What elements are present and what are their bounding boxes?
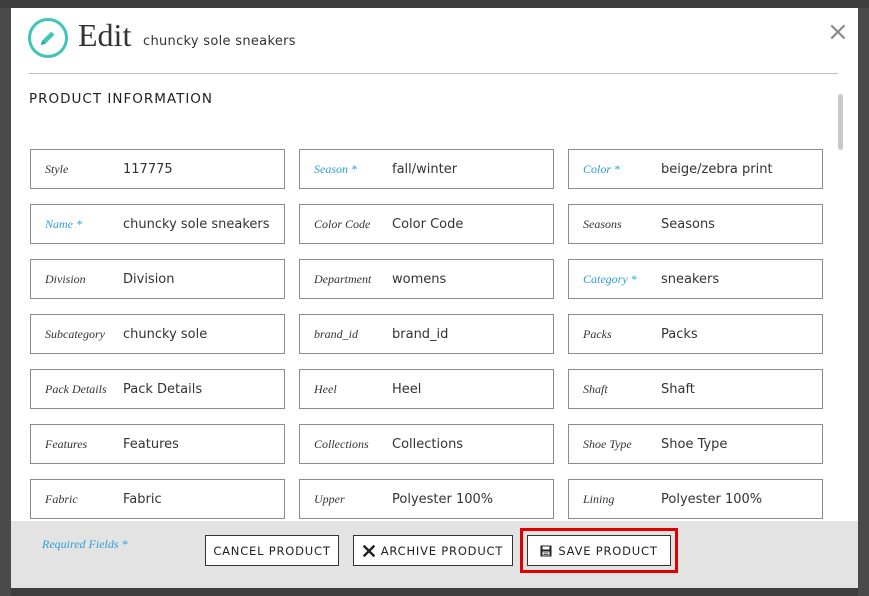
archive-product-button[interactable]: ARCHIVE PRODUCT	[353, 535, 513, 566]
modal-header: Edit chuncky sole sneakers ×	[11, 8, 858, 74]
product-field-input[interactable]: Season * fall/winter	[299, 149, 554, 189]
product-field-input[interactable]: Category * sneakers	[568, 259, 823, 299]
pencil-icon	[28, 18, 68, 58]
field-label: Season *	[314, 161, 357, 176]
product-field-input[interactable]: Shoe Type Shoe Type	[568, 424, 823, 464]
field-value[interactable]: Shoe Type	[661, 437, 727, 452]
product-field-input[interactable]: Department womens	[299, 259, 554, 299]
field-label: Fabric	[45, 491, 78, 506]
field-label: Color *	[583, 161, 621, 176]
product-field-input[interactable]: Division Division	[30, 259, 285, 299]
field-label: Upper	[314, 491, 345, 506]
field-value[interactable]: chuncky sole sneakers	[123, 217, 270, 232]
field-label: Shaft	[583, 381, 608, 396]
modal-scrollbar[interactable]	[835, 90, 846, 522]
field-value[interactable]: sneakers	[661, 272, 719, 287]
field-value[interactable]: Features	[123, 437, 179, 452]
backdrop-left	[0, 8, 11, 596]
required-fields-note: Required Fields *	[42, 537, 128, 551]
product-field-input[interactable]: Color Code Color Code	[299, 204, 554, 244]
product-field-input[interactable]: Features Features	[30, 424, 285, 464]
cancel-product-button[interactable]: CANCEL PRODUCT	[205, 535, 339, 566]
save-product-button[interactable]: SAVE PRODUCT	[527, 535, 671, 566]
field-label: Features	[45, 436, 88, 451]
save-button-label: SAVE PRODUCT	[558, 543, 658, 558]
archive-button-label: ARCHIVE PRODUCT	[380, 543, 504, 558]
field-label: Name *	[45, 216, 82, 231]
product-field-input[interactable]: Pack Details Pack Details	[30, 369, 285, 409]
field-label: Color Code	[314, 216, 371, 231]
field-value[interactable]: Heel	[392, 382, 421, 397]
product-field-input[interactable]: brand_id brand_id	[299, 314, 554, 354]
backdrop-right	[858, 8, 869, 596]
product-field-input[interactable]: Fabric Fabric	[30, 479, 285, 519]
field-value[interactable]: beige/zebra print	[661, 162, 773, 177]
field-value[interactable]: Polyester 100%	[661, 492, 762, 507]
product-field-input[interactable]: Heel Heel	[299, 369, 554, 409]
field-value[interactable]: Collections	[392, 437, 463, 452]
field-label: Pack Details	[45, 381, 107, 396]
field-label: Category *	[583, 271, 637, 286]
product-name-subtitle: chuncky sole sneakers	[143, 34, 296, 49]
field-value[interactable]: womens	[392, 272, 446, 287]
field-value[interactable]: fall/winter	[392, 162, 457, 177]
field-label: Style	[45, 161, 69, 176]
field-value[interactable]: Seasons	[661, 217, 715, 232]
field-label: Subcategory	[45, 326, 105, 341]
x-icon	[362, 544, 375, 557]
field-label: Shoe Type	[583, 436, 632, 451]
close-icon[interactable]: ×	[827, 19, 849, 45]
field-value[interactable]: Division	[123, 272, 175, 287]
field-value[interactable]: Shaft	[661, 382, 695, 397]
floppy-disk-icon	[540, 545, 552, 557]
cancel-button-label: CANCEL PRODUCT	[213, 543, 331, 558]
modal-footer: Required Fields * CANCEL PRODUCT ARCHIVE…	[11, 521, 858, 588]
product-field-input[interactable]: Subcategory chuncky sole	[30, 314, 285, 354]
product-field-input[interactable]: Color * beige/zebra print	[568, 149, 823, 189]
field-value[interactable]: 117775	[123, 162, 173, 177]
product-field-input[interactable]: Packs Packs	[568, 314, 823, 354]
field-label: Department	[314, 271, 372, 286]
field-value[interactable]: Packs	[661, 327, 698, 342]
field-label: brand_id	[314, 326, 359, 341]
field-value[interactable]: Fabric	[123, 492, 162, 507]
product-field-input[interactable]: Name * chuncky sole sneakers	[30, 204, 285, 244]
field-value[interactable]: Pack Details	[123, 382, 202, 397]
field-label: Division	[45, 271, 86, 286]
field-label: Lining	[583, 491, 615, 506]
edit-product-modal: Edit chuncky sole sneakers × PRODUCT INF…	[11, 8, 858, 588]
product-field-input[interactable]: Seasons Seasons	[568, 204, 823, 244]
product-field-input[interactable]: Collections Collections	[299, 424, 554, 464]
product-field-input[interactable]: Upper Polyester 100%	[299, 479, 554, 519]
field-value[interactable]: brand_id	[392, 327, 448, 342]
field-label: Seasons	[583, 216, 622, 231]
field-label: Collections	[314, 436, 369, 451]
section-title: PRODUCT INFORMATION	[29, 91, 214, 107]
header-divider	[29, 73, 838, 74]
field-value[interactable]: Polyester 100%	[392, 492, 493, 507]
scrollbar-thumb[interactable]	[838, 94, 843, 150]
product-field-input[interactable]: Lining Polyester 100%	[568, 479, 823, 519]
modal-title: Edit	[78, 17, 132, 53]
field-label: Heel	[314, 381, 337, 396]
field-value[interactable]: Color Code	[392, 217, 463, 232]
product-fields-grid: Style 117775 Season * fall/winter Color * bei…	[30, 149, 824, 519]
field-label: Packs	[583, 326, 612, 341]
product-field-input[interactable]: Style 117775	[30, 149, 285, 189]
field-value[interactable]: chuncky sole	[123, 327, 207, 342]
product-field-input[interactable]: Shaft Shaft	[568, 369, 823, 409]
